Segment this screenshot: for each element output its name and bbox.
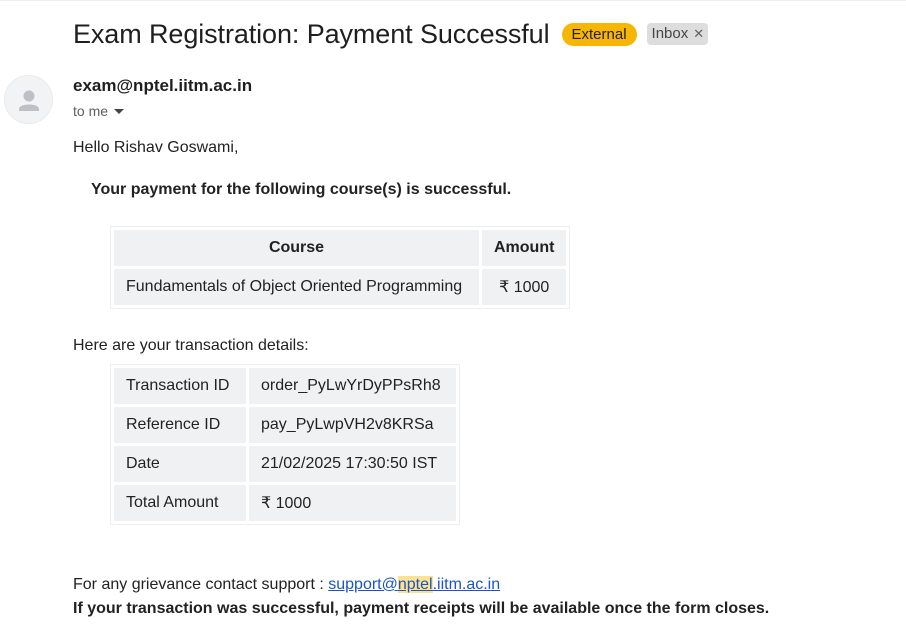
date-label: Date xyxy=(114,446,246,482)
person-icon xyxy=(19,90,39,111)
date-value: 21/02/2025 17:30:50 IST xyxy=(249,446,456,482)
support-email-part1: support@ xyxy=(328,576,398,593)
table-row: Fundamentals of Object Oriented Programm… xyxy=(114,269,567,305)
transaction-details-label: Here are your transaction details: xyxy=(73,337,309,354)
sender-email[interactable]: exam@nptel.iitm.ac.in xyxy=(73,76,252,96)
transaction-id-label: Transaction ID xyxy=(114,368,246,404)
course-name: Fundamentals of Object Oriented Programm… xyxy=(114,269,479,305)
subject-row: Exam Registration: Payment Successful Ex… xyxy=(73,14,709,54)
success-message: Your payment for the following course(s)… xyxy=(91,181,512,198)
course-amount: ₹ 1000 xyxy=(482,269,567,305)
reference-id-value: pay_PyLwpVH2v8KRSa xyxy=(249,407,456,443)
transaction-id-value: order_PyLwYrDyPPsRh8 xyxy=(249,368,456,404)
table-header-row: Course Amount xyxy=(114,230,567,266)
external-label: External xyxy=(561,22,637,46)
top-divider xyxy=(0,0,906,1)
close-icon[interactable]: ✕ xyxy=(693,24,704,43)
caret-down-icon[interactable] xyxy=(114,108,125,114)
support-prefix: For any grievance contact support : xyxy=(73,576,329,593)
recipient-label: to me xyxy=(73,103,109,119)
table-row: Total Amount ₹ 1000 xyxy=(114,485,456,521)
amount-header: Amount xyxy=(482,230,567,266)
support-email-link[interactable]: support@nptel.iitm.ac.in xyxy=(328,576,500,593)
support-email-part2: .iitm.ac.in xyxy=(432,576,501,593)
inbox-label[interactable]: Inbox ✕ xyxy=(646,23,709,45)
table-row: Reference ID pay_PyLwpVH2v8KRSa xyxy=(114,407,456,443)
course-header: Course xyxy=(114,230,479,266)
recipient-line: to me xyxy=(73,103,125,119)
reference-id-label: Reference ID xyxy=(114,407,246,443)
transaction-table: Transaction ID order_PyLwYrDyPPsRh8 Refe… xyxy=(110,364,460,525)
table-row: Date 21/02/2025 17:30:50 IST xyxy=(114,446,456,482)
course-table: Course Amount Fundamentals of Object Ori… xyxy=(110,226,571,309)
avatar[interactable] xyxy=(4,75,53,124)
email-subject: Exam Registration: Payment Successful xyxy=(73,18,550,49)
table-row: Transaction ID order_PyLwYrDyPPsRh8 xyxy=(114,368,456,404)
total-amount-value: ₹ 1000 xyxy=(249,485,456,521)
inbox-label-text: Inbox xyxy=(651,25,689,42)
support-line: For any grievance contact support : supp… xyxy=(73,576,500,594)
total-amount-label: Total Amount xyxy=(114,485,246,521)
receipt-note: If your transaction was successful, paym… xyxy=(73,600,770,617)
support-email-highlight: nptel xyxy=(397,576,433,593)
greeting: Hello Rishav Goswami, xyxy=(73,139,239,156)
